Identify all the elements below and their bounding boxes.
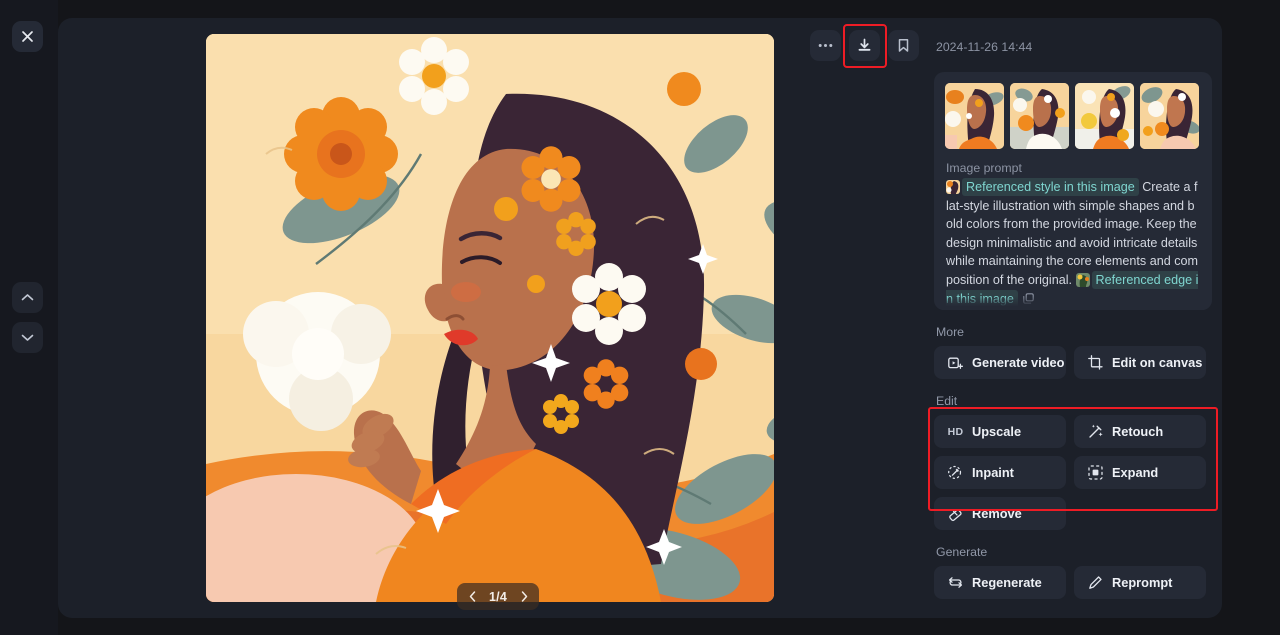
pagination-prev-button[interactable]: [464, 587, 480, 607]
retouch-button[interactable]: Retouch: [1074, 415, 1206, 448]
copy-icon: [1023, 292, 1034, 304]
download-button[interactable]: [849, 30, 880, 61]
inpaint-button[interactable]: Inpaint: [934, 456, 1066, 489]
image-detail-page: 1/4 2024-11-26 14:44 Image prompt Refere…: [0, 0, 1280, 635]
edge-reference-thumbnail[interactable]: [1075, 272, 1090, 287]
retouch-label: Retouch: [1112, 424, 1164, 439]
close-button[interactable]: [12, 21, 43, 52]
remove-label: Remove: [972, 506, 1022, 521]
ellipsis-icon: [818, 44, 833, 47]
chevron-up-icon: [21, 294, 34, 301]
thumbnail-item[interactable]: [1010, 83, 1069, 149]
bookmark-button[interactable]: [888, 30, 919, 61]
thumbnail-item[interactable]: [945, 83, 1004, 149]
left-rail: [0, 0, 58, 635]
expand-frame-icon: [1088, 465, 1103, 480]
detail-panel: 1/4 2024-11-26 14:44 Image prompt Refere…: [58, 18, 1222, 618]
inpaint-brush-icon: [948, 465, 963, 480]
upscale-button[interactable]: HD Upscale: [934, 415, 1066, 448]
reprompt-label: Reprompt: [1112, 575, 1173, 590]
prompt-text: Referenced style in this image Create a …: [934, 175, 1212, 309]
variation-thumbnails: [934, 72, 1212, 149]
main-artwork[interactable]: [206, 34, 774, 602]
section-title-more: More: [936, 325, 965, 339]
copy-prompt-button[interactable]: [1023, 291, 1034, 310]
edit-actions-group: HD Upscale Retouch Inpaint Expand Remove: [934, 415, 1212, 530]
image-toolbar: [810, 30, 919, 61]
thumbnail-item[interactable]: [1140, 83, 1199, 149]
more-actions-group: Generate video Edit on canvas: [934, 346, 1212, 379]
refresh-icon: [948, 575, 963, 590]
magic-wand-icon: [1088, 424, 1103, 439]
section-title-edit: Edit: [936, 394, 958, 408]
edit-actions-wrapper: HD Upscale Retouch Inpaint Expand Remove: [928, 407, 1218, 530]
chevron-right-icon: [521, 591, 527, 602]
video-plus-icon: [948, 355, 964, 370]
expand-label: Expand: [1112, 465, 1159, 480]
pagination-index: 1/4: [489, 589, 507, 604]
expand-button[interactable]: Expand: [1074, 456, 1206, 489]
edit-on-canvas-button[interactable]: Edit on canvas: [1074, 346, 1206, 379]
inpaint-label: Inpaint: [972, 465, 1014, 480]
section-title-generate: Generate: [936, 545, 988, 559]
remove-button[interactable]: Remove: [934, 497, 1066, 530]
prompt-card: Image prompt Referenced style in this im…: [934, 72, 1212, 310]
bookmark-icon: [898, 39, 909, 52]
image-stage: 1/4: [206, 34, 776, 610]
download-icon: [858, 38, 871, 51]
style-reference-chip[interactable]: Referenced style in this image: [962, 178, 1139, 196]
upscale-label: Upscale: [972, 424, 1022, 439]
hd-icon: HD: [947, 425, 964, 438]
crop-frame-icon: [1088, 355, 1103, 370]
style-reference-thumbnail[interactable]: [946, 180, 960, 194]
generation-timestamp: 2024-11-26 14:44: [936, 40, 1033, 54]
nav-previous-button[interactable]: [12, 282, 43, 313]
chevron-down-icon: [21, 334, 34, 341]
more-options-button[interactable]: [810, 30, 841, 61]
close-icon: [22, 31, 33, 42]
generate-video-label: Generate video: [972, 355, 1065, 370]
thumbnail-item[interactable]: [1075, 83, 1134, 149]
eraser-icon: [948, 506, 963, 522]
nav-next-button[interactable]: [12, 322, 43, 353]
detail-sidebar: 2024-11-26 14:44 Image prompt Referenced…: [928, 30, 1218, 618]
chevron-left-icon: [469, 591, 475, 602]
prompt-label: Image prompt: [946, 161, 1022, 175]
regenerate-button[interactable]: Regenerate: [934, 566, 1066, 599]
reprompt-button[interactable]: Reprompt: [1074, 566, 1206, 599]
regenerate-label: Regenerate: [972, 575, 1042, 590]
generate-actions-group: Regenerate Reprompt: [934, 566, 1212, 599]
pagination-next-button[interactable]: [516, 587, 532, 607]
edit-on-canvas-label: Edit on canvas: [1112, 355, 1203, 370]
generate-video-button[interactable]: Generate video: [934, 346, 1066, 379]
image-pagination[interactable]: 1/4: [457, 583, 539, 610]
pencil-icon: [1088, 575, 1103, 590]
